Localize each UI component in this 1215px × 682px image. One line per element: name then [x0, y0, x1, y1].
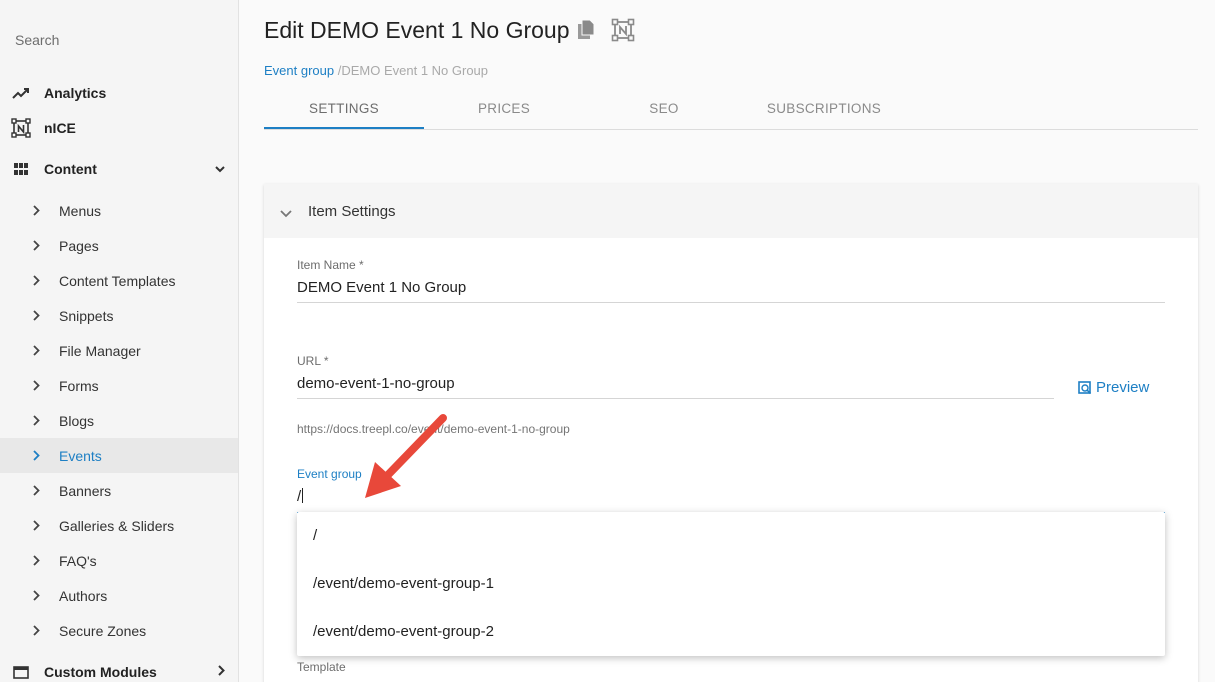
dropdown-option[interactable]: /event/demo-event-group-2: [313, 623, 494, 640]
chevron-right-icon: [30, 275, 42, 287]
sidebar-item-label: Forms: [59, 377, 99, 394]
chevron-right-icon: [218, 665, 225, 679]
breadcrumb-current: /DEMO Event 1 No Group: [337, 63, 489, 78]
sidebar-item-label: File Manager: [59, 342, 141, 359]
template-label: Template: [297, 660, 346, 674]
sidebar-item-file-manager[interactable]: File Manager: [0, 333, 238, 368]
tab-seo[interactable]: SEO: [584, 92, 744, 129]
item-settings-header[interactable]: Item Settings: [264, 184, 1198, 238]
copy-icon[interactable]: [576, 19, 596, 46]
grid-icon: [11, 159, 31, 179]
sidebar-item-label: Banners: [59, 482, 112, 499]
sidebar-item-label: Snippets: [59, 307, 114, 324]
sidebar-item-label: Blogs: [59, 412, 95, 429]
chevron-right-icon: [30, 345, 42, 357]
sidebar: Search Analytics nICE Content Menus Page…: [0, 0, 239, 682]
url-label: URL *: [297, 354, 329, 368]
sidebar-item-blogs[interactable]: Blogs: [0, 403, 238, 438]
sidebar-item-label: nICE: [44, 120, 76, 136]
sidebar-item-forms[interactable]: Forms: [0, 368, 238, 403]
annotation-arrow-icon: [365, 414, 447, 498]
window-icon: [11, 662, 31, 682]
dropdown-option[interactable]: /: [313, 527, 317, 544]
sidebar-item-snippets[interactable]: Snippets: [0, 298, 238, 333]
sidebar-item-content[interactable]: Content: [0, 154, 238, 184]
sidebar-item-label: Authors: [59, 587, 108, 604]
chevron-down-icon: [215, 162, 225, 176]
main-content: Edit DEMO Event 1 No Group Event group /…: [239, 0, 1215, 682]
card-title: Item Settings: [308, 203, 396, 220]
chevron-right-icon: [30, 590, 42, 602]
sidebar-item-banners[interactable]: Banners: [0, 473, 238, 508]
tab-settings[interactable]: SETTINGS: [264, 92, 424, 129]
chevron-right-icon: [30, 310, 42, 322]
sidebar-item-label: Content: [44, 161, 97, 177]
chevron-right-icon: [30, 520, 42, 532]
breadcrumb-link[interactable]: Event group: [264, 63, 334, 78]
preview-button[interactable]: Preview: [1078, 379, 1149, 396]
item-name-label: Item Name *: [297, 258, 364, 272]
sidebar-item-faqs[interactable]: FAQ's: [0, 543, 238, 578]
sidebar-item-label: Custom Modules: [44, 664, 157, 680]
sidebar-item-pages[interactable]: Pages: [0, 228, 238, 263]
sidebar-item-label: Content Templates: [59, 272, 176, 289]
sidebar-item-authors[interactable]: Authors: [0, 578, 238, 613]
sidebar-item-galleries[interactable]: Galleries & Sliders: [0, 508, 238, 543]
sidebar-item-label: FAQ's: [59, 552, 97, 569]
item-name-input[interactable]: DEMO Event 1 No Group: [297, 279, 466, 296]
event-group-input[interactable]: /: [297, 488, 304, 505]
sidebar-item-nice[interactable]: nICE: [0, 113, 238, 143]
chevron-right-icon: [30, 415, 42, 427]
event-group-value: /: [297, 488, 302, 505]
sidebar-item-label: Menus: [59, 202, 102, 219]
item-name-underline: [297, 302, 1165, 303]
event-group-dropdown: / /event/demo-event-group-1 /event/demo-…: [297, 512, 1165, 656]
nice-icon[interactable]: [611, 18, 635, 47]
breadcrumb: Event group /DEMO Event 1 No Group: [264, 63, 488, 78]
chevron-right-icon: [30, 240, 42, 252]
tab-subscriptions[interactable]: SUBSCRIPTIONS: [744, 92, 904, 129]
sidebar-item-analytics[interactable]: Analytics: [0, 78, 238, 108]
chevron-right-icon: [30, 205, 42, 217]
sidebar-item-menus[interactable]: Menus: [0, 193, 238, 228]
chevron-right-icon: [30, 625, 42, 637]
sidebar-item-label: Galleries & Sliders: [59, 517, 175, 534]
sidebar-item-events[interactable]: Events: [0, 438, 238, 473]
event-group-label: Event group: [297, 467, 362, 481]
sidebar-item-secure-zones[interactable]: Secure Zones: [0, 613, 238, 648]
url-input[interactable]: demo-event-1-no-group: [297, 375, 455, 392]
dropdown-option[interactable]: /event/demo-event-group-1: [313, 575, 494, 592]
chevron-right-icon: [30, 485, 42, 497]
chevron-right-icon: [30, 380, 42, 392]
trend-icon: [11, 83, 31, 103]
page-title: Edit DEMO Event 1 No Group: [264, 17, 570, 43]
preview-icon: [1078, 381, 1092, 395]
url-underline: [297, 398, 1054, 399]
sidebar-item-content-templates[interactable]: Content Templates: [0, 263, 238, 298]
sidebar-item-label: Analytics: [44, 85, 107, 101]
sidebar-item-label: Events: [59, 447, 102, 464]
chevron-right-icon: [30, 450, 42, 462]
preview-label: Preview: [1096, 379, 1150, 396]
text-cursor: [302, 488, 304, 503]
chevron-down-icon: [280, 205, 292, 223]
tab-bar: SETTINGS PRICES SEO SUBSCRIPTIONS: [264, 92, 1198, 130]
nice-icon: [11, 118, 31, 138]
chevron-right-icon: [30, 555, 42, 567]
sidebar-search-input[interactable]: Search: [15, 32, 59, 48]
sidebar-item-custom-modules[interactable]: Custom Modules: [0, 657, 238, 682]
sidebar-item-label: Secure Zones: [59, 622, 147, 639]
sidebar-item-label: Pages: [59, 237, 99, 254]
tab-prices[interactable]: PRICES: [424, 92, 584, 129]
